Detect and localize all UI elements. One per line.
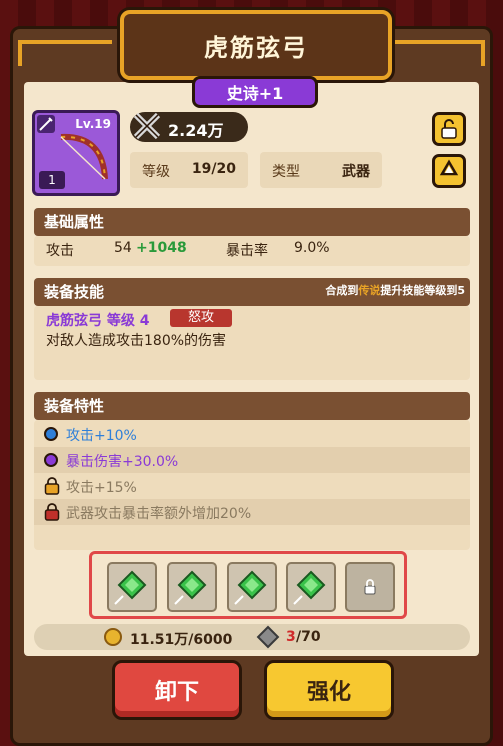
type-stat: 类型 武器 <box>260 152 382 188</box>
trait-row: 暴击伤害+30.0% <box>34 447 470 473</box>
level-value: 19/20 <box>191 161 236 177</box>
crit-value: 9.0% <box>294 240 330 256</box>
hint-suffix: 提升技能等级到5 <box>380 284 465 297</box>
item-title: 虎筋弦弓 <box>204 33 308 62</box>
rarity-label: 史诗+1 <box>226 84 284 103</box>
gem-slot[interactable] <box>286 562 336 612</box>
ore-required: /70 <box>296 629 321 645</box>
trait-row: 攻击+10% <box>34 421 470 447</box>
lock-icon <box>364 579 376 595</box>
basic-attributes-header: 基础属性 <box>34 208 470 236</box>
power-value: 2.24万 <box>168 121 224 140</box>
rarity-badge: 史诗+1 <box>192 76 318 108</box>
frame-ornament-left <box>18 40 112 66</box>
upgrade-cost-bar: 11.51万/6000 3 /70 <box>34 624 470 650</box>
skill-tag: 怒攻 <box>170 309 232 327</box>
item-count: 1 <box>39 171 65 189</box>
trait-dot-icon <box>44 453 58 467</box>
gem-slot-locked[interactable] <box>345 562 395 612</box>
gem-slot[interactable] <box>227 562 277 612</box>
attack-bonus: +1048 <box>136 240 187 256</box>
emerald-gem-icon <box>114 570 147 605</box>
unlock-icon <box>441 119 457 139</box>
equipment-traits-header: 装备特性 <box>34 392 470 420</box>
skill-description: 对敌人造成攻击180%的伤害 <box>46 333 227 349</box>
coin-cost: 11.51万/6000 <box>130 632 233 648</box>
coin-icon <box>104 628 122 646</box>
emerald-gem-icon <box>293 570 326 605</box>
trait-text: 武器攻击暴击率额外增加20% <box>66 506 252 522</box>
power-display: 2.24万 <box>130 112 248 142</box>
upgrade-label: 强化 <box>306 680 351 705</box>
level-label: 等级 <box>142 164 170 180</box>
trait-text: 攻击+10% <box>66 428 137 444</box>
emerald-gem-icon <box>234 570 267 605</box>
trait-dot-icon <box>44 427 58 441</box>
hint-prefix: 合成到 <box>325 284 359 297</box>
trait-text: 暴击伤害+30.0% <box>66 454 179 470</box>
skill-upgrade-hint: 合成到传说提升技能等级到5 <box>325 282 465 298</box>
frame-ornament-right <box>391 40 485 66</box>
type-value: 武器 <box>342 164 370 180</box>
lock-icon <box>44 503 60 521</box>
equipment-skill-title: 装备技能 <box>44 283 105 301</box>
lock-icon <box>44 477 60 495</box>
crossed-swords-icon <box>133 112 161 140</box>
unequip-button[interactable]: 卸下 <box>112 660 242 720</box>
attack-base: 54 <box>114 240 132 256</box>
hint-highlight: 传说 <box>358 284 381 297</box>
type-label: 类型 <box>272 164 300 180</box>
crit-label: 暴击率 <box>226 243 268 259</box>
skill-name: 虎筋弦弓 等级 4 <box>46 313 150 329</box>
gem-slot[interactable] <box>167 562 217 612</box>
title-plate: 虎筋弦弓 <box>120 10 392 80</box>
unequip-label: 卸下 <box>154 680 199 705</box>
recycle-icon <box>439 159 459 176</box>
gem-slot[interactable] <box>107 562 157 612</box>
attack-label: 攻击 <box>46 243 74 259</box>
trait-text: 攻击+15% <box>66 480 137 496</box>
level-stat: 等级 19/20 <box>130 152 248 188</box>
trait-row: 武器攻击暴击率额外增加20% <box>34 499 470 525</box>
emerald-gem-icon <box>174 570 207 605</box>
ore-icon <box>256 625 280 649</box>
lock-toggle-button[interactable] <box>432 112 466 146</box>
recycle-button[interactable] <box>432 154 466 188</box>
ore-owned: 3 <box>286 629 296 645</box>
upgrade-button[interactable]: 强化 <box>264 660 394 720</box>
trait-row: 攻击+15% <box>34 473 470 499</box>
item-icon-card: Lv.19 1 <box>32 110 120 196</box>
